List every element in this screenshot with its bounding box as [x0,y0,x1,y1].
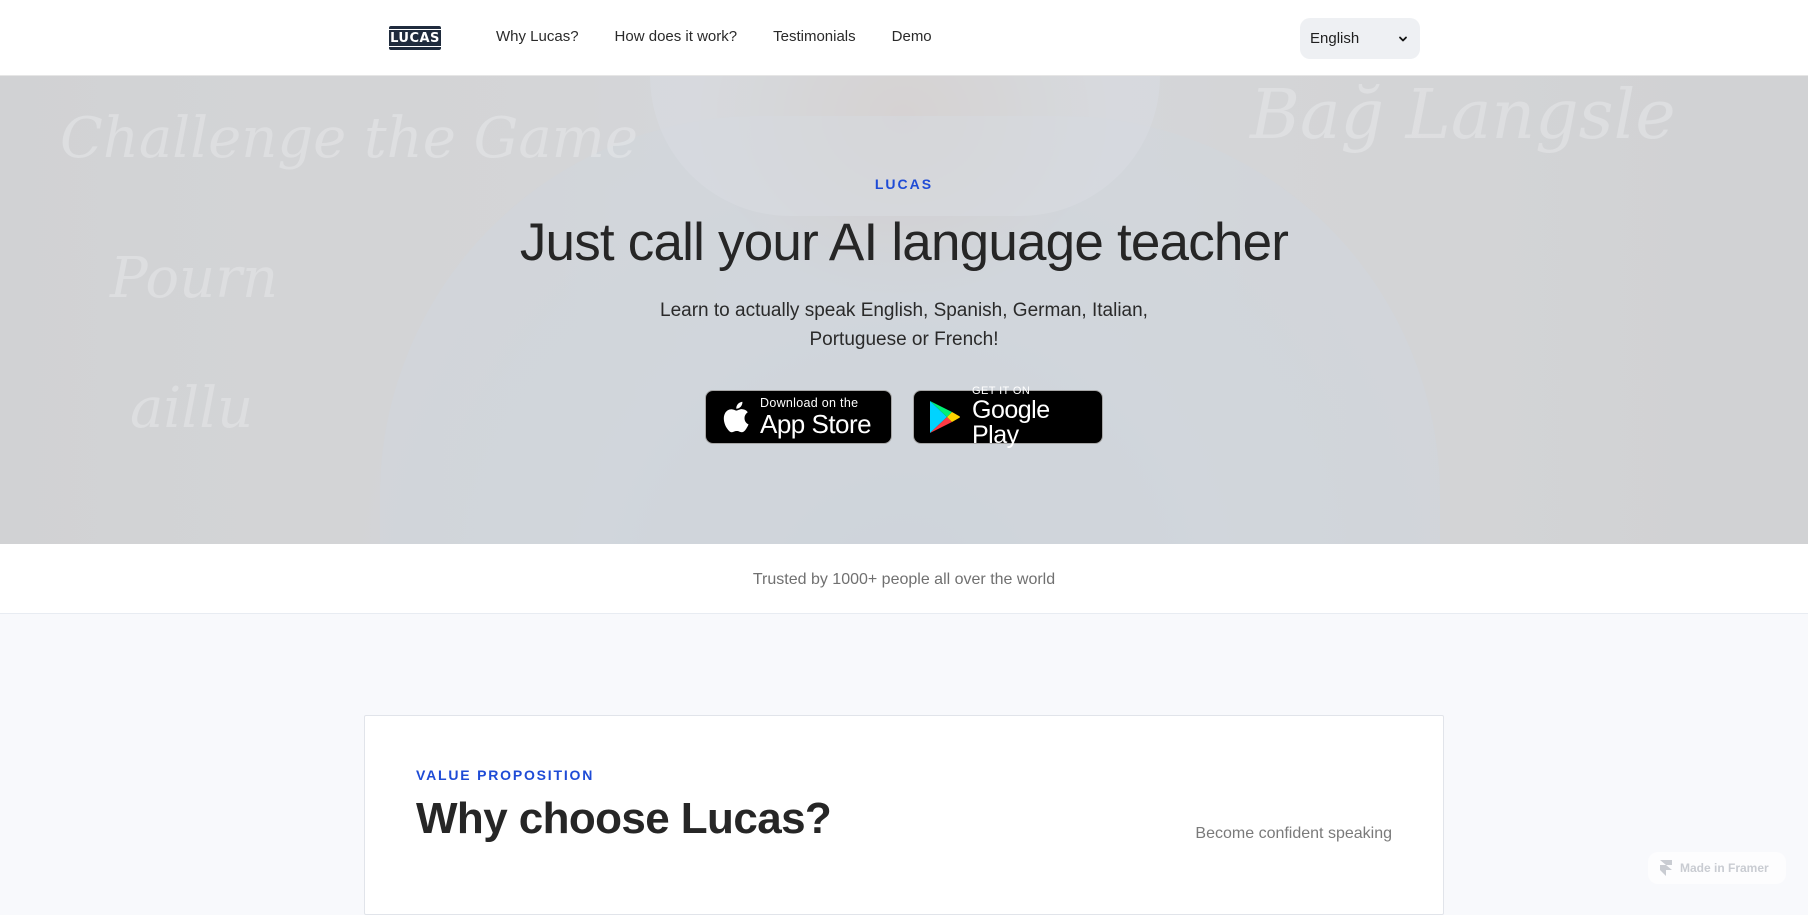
logo-text: LUCAS [386,29,444,47]
language-select-value: English [1310,30,1360,47]
framer-icon [1660,860,1672,876]
top-navbar: LUCAS Why Lucas? How does it work? Testi… [0,0,1808,76]
hero-subtitle-line: Learn to actually speak English, Spanish… [660,300,1148,321]
made-in-framer-badge[interactable]: Made in Framer [1648,852,1786,884]
hero-subtitle-line: Portuguese or French! [809,329,999,350]
value-proposition-eyebrow: VALUE PROPOSITION [416,767,595,783]
made-in-framer-text: Made in Framer [1680,861,1769,875]
chevron-down-icon [1399,36,1407,41]
app-store-button[interactable]: Download on the App Store [705,390,892,444]
google-play-big-text: Google Play [972,396,1050,449]
app-store-label: Download on the App Store [760,396,872,439]
app-store-small-text: Download on the [760,396,859,411]
nav-link-demo[interactable]: Demo [892,28,932,45]
lucas-logo[interactable]: LUCAS [386,26,444,50]
google-play-icon [928,399,962,435]
value-proposition-side-text: Become confident speaking [1195,825,1392,842]
nav-link-testimonials[interactable]: Testimonials [773,28,856,45]
google-play-label: GET IT ON Google Play [972,386,1102,448]
google-play-button[interactable]: GET IT ON Google Play [913,386,1103,448]
trust-text: Trusted by 1000+ people all over the wor… [752,571,1056,588]
app-store-big-text: App Store [760,408,872,439]
language-select[interactable]: English [1300,18,1420,59]
value-proposition-title: Why choose Lucas? [416,794,832,843]
hero-subtitle: Learn to actually speak English, Spanish… [0,296,1808,354]
apple-icon [720,400,750,434]
primary-nav: Why Lucas? How does it work? Testimonial… [496,28,932,45]
hero-eyebrow: LUCAS [874,176,934,192]
hero-title: Just call your AI language teacher [519,213,1289,272]
nav-link-why-lucas[interactable]: Why Lucas? [496,28,579,45]
nav-link-how-it-works[interactable]: How does it work? [615,28,738,45]
